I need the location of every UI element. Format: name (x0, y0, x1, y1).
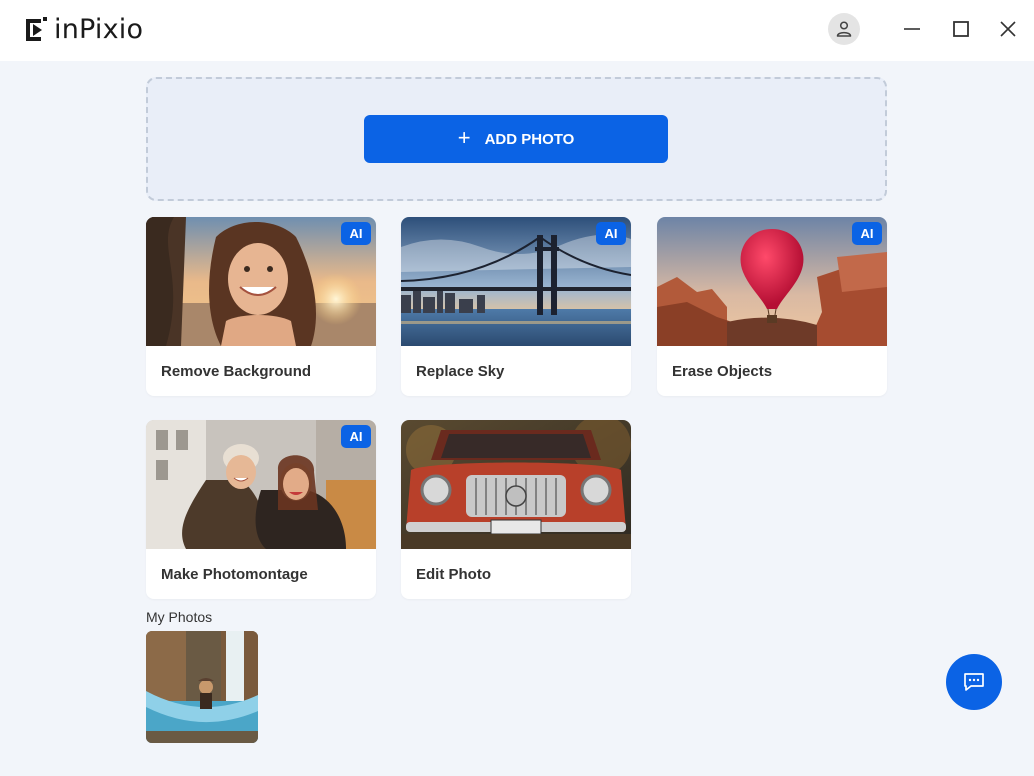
maximize-button[interactable] (946, 14, 976, 44)
vintage-car-image (401, 420, 631, 549)
chat-button[interactable] (946, 654, 1002, 710)
app-logo: inPixio (24, 13, 144, 45)
logo-play-icon (26, 17, 47, 41)
tool-card-edit-photo[interactable]: Edit Photo (401, 420, 631, 599)
tool-card-make-photomontage[interactable]: AI Make Photomontage (146, 420, 376, 599)
user-account-button[interactable] (828, 13, 860, 45)
tool-card-replace-sky[interactable]: AI Replace Sky (401, 217, 631, 396)
tool-label: Erase Objects (672, 363, 773, 380)
minimize-icon (904, 28, 920, 30)
tool-card-remove-background[interactable]: AI Remove Background (146, 217, 376, 396)
ai-badge: AI (596, 222, 626, 245)
tool-label: Make Photomontage (161, 566, 308, 583)
my-photos-heading: My Photos (146, 609, 213, 625)
maximize-icon (953, 21, 969, 37)
tool-card-erase-objects[interactable]: AI Erase Objects (657, 217, 887, 396)
add-photo-button[interactable]: + ADD PHOTO (364, 115, 668, 163)
close-icon (1000, 21, 1016, 37)
ai-badge: AI (341, 425, 371, 448)
ai-badge: AI (341, 222, 371, 245)
app-name: inPixio (54, 13, 144, 45)
tool-label: Replace Sky (416, 363, 505, 380)
chat-icon (964, 673, 984, 691)
ai-badge: AI (852, 222, 882, 245)
photo-dropzone[interactable]: + ADD PHOTO (146, 77, 887, 201)
waterfall-hammock-image (146, 631, 258, 743)
minimize-button[interactable] (897, 14, 927, 44)
tool-label: Remove Background (161, 363, 312, 380)
my-photo-thumbnail[interactable] (146, 631, 258, 743)
close-button[interactable] (993, 14, 1023, 44)
title-bar: inPixio (0, 0, 1034, 61)
user-icon (836, 21, 852, 37)
plus-icon: + (457, 125, 471, 150)
add-photo-label: ADD PHOTO (484, 130, 575, 148)
tool-label: Edit Photo (416, 566, 491, 583)
